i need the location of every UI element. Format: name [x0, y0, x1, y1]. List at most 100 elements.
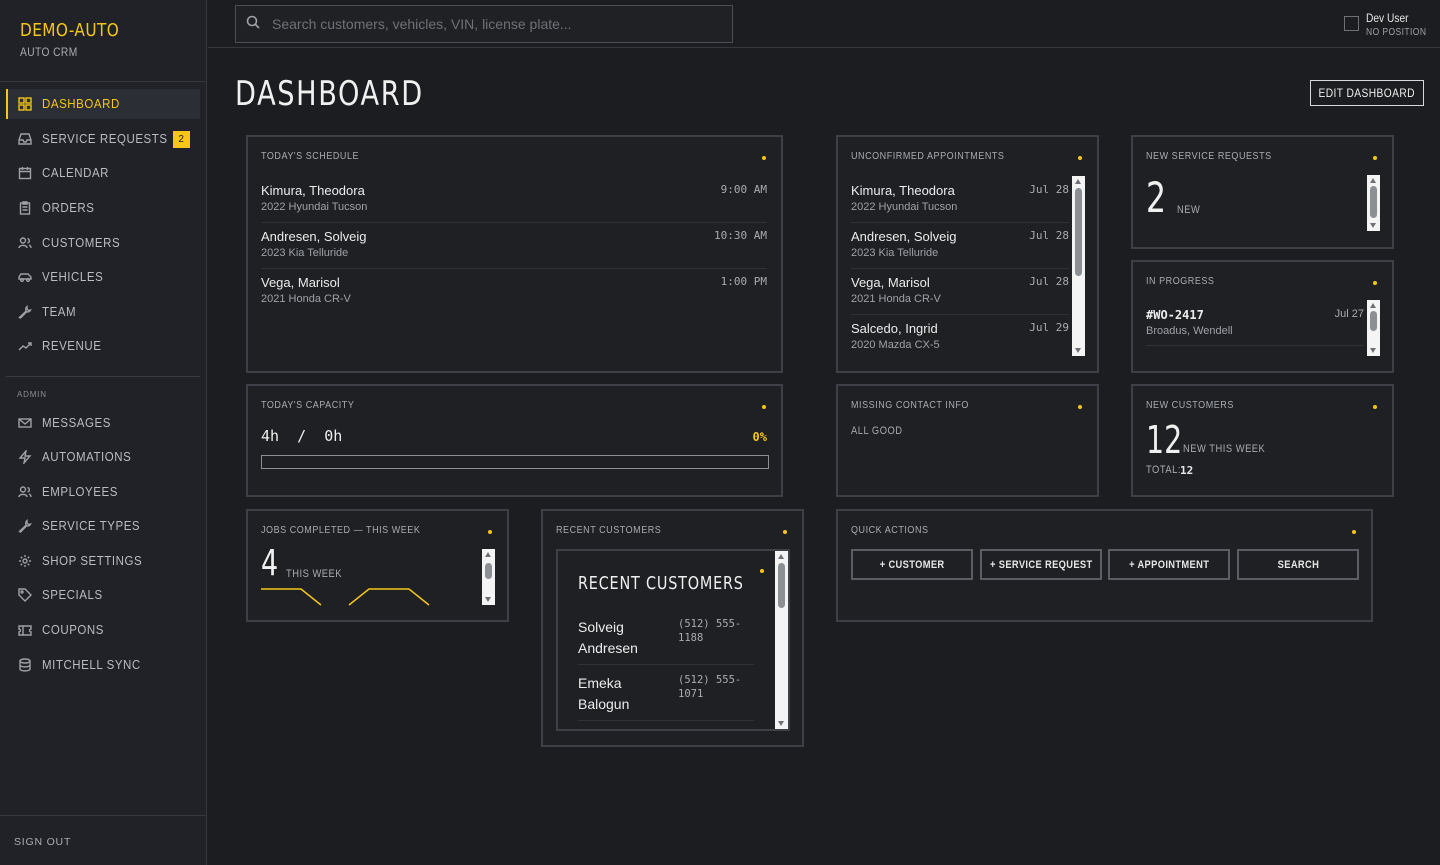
- total-value: 12: [1180, 464, 1194, 477]
- brand-name: DEMO-AUTO: [20, 20, 120, 41]
- scrollbar[interactable]: [1367, 300, 1380, 356]
- todays-schedule-card: TODAY'S SCHEDULE Kimura, Theodora 2022 H…: [246, 135, 783, 373]
- calendar-icon: [18, 166, 32, 180]
- in-progress-card: IN PROGRESS #WO-2417 Broadus, Wendell Ju…: [1131, 260, 1394, 373]
- sidebar-item-customers[interactable]: CUSTOMERS: [6, 228, 200, 258]
- scroll-down-arrow[interactable]: [1075, 348, 1081, 353]
- customer-name: Broadus, Wendell: [1146, 325, 1233, 337]
- appointment-time: 9:00 AM: [720, 183, 767, 196]
- add-appointment-button[interactable]: + APPOINTMENT: [1108, 549, 1230, 580]
- button-label: + CUSTOMER: [879, 558, 945, 571]
- sidebar-item-label: CUSTOMERS: [42, 236, 121, 250]
- sidebar-item-label: SERVICE TYPES: [42, 519, 141, 533]
- customer-row[interactable]: Emeka Balogun (512) 555-1071: [578, 671, 754, 721]
- quick-actions-card: QUICK ACTIONS + CUSTOMER + SERVICE REQUE…: [836, 509, 1373, 622]
- schedule-row[interactable]: Vega, Marisol 2021 Honda CR-V 1:00 PM: [261, 269, 767, 315]
- vehicle: 2022 Hyundai Tucson: [261, 201, 368, 213]
- scroll-up-arrow[interactable]: [778, 554, 784, 559]
- search-box[interactable]: [235, 5, 733, 43]
- sidebar-item-team[interactable]: TEAM: [6, 297, 200, 327]
- scroll-up-arrow[interactable]: [485, 552, 491, 557]
- status-dot: [488, 530, 492, 534]
- sidebar-item-coupons[interactable]: COUPONS: [6, 615, 200, 645]
- customer-row[interactable]: Solveig Andresen (512) 555-1188: [578, 615, 754, 665]
- vehicle: 2022 Hyundai Tucson: [851, 201, 958, 213]
- customer-name: Salcedo, Ingrid: [851, 321, 938, 336]
- scrollbar[interactable]: [1072, 176, 1085, 356]
- sign-out-link[interactable]: SIGN OUT: [14, 836, 71, 848]
- new-requests-count: 2: [1146, 173, 1167, 222]
- status-dot: [1373, 156, 1377, 160]
- scroll-thumb[interactable]: [1075, 188, 1082, 276]
- scrollbar[interactable]: [775, 551, 788, 729]
- scroll-up-arrow[interactable]: [1370, 178, 1376, 183]
- add-service-request-button[interactable]: + SERVICE REQUEST: [980, 549, 1102, 580]
- scroll-down-arrow[interactable]: [1370, 348, 1376, 353]
- scroll-up-arrow[interactable]: [1075, 179, 1081, 184]
- card-title: NEW SERVICE REQUESTS: [1146, 151, 1272, 162]
- top-bar: Dev User NO POSITION: [208, 0, 1440, 48]
- sidebar-item-revenue[interactable]: REVENUE: [6, 331, 200, 361]
- tag-icon: [18, 588, 32, 602]
- add-customer-button[interactable]: + CUSTOMER: [851, 549, 973, 580]
- admin-section-label: ADMIN: [17, 390, 47, 399]
- scroll-down-arrow[interactable]: [1370, 223, 1376, 228]
- appointment-row[interactable]: Vega, Marisol 2021 Honda CR-V Jul 28: [851, 269, 1069, 315]
- sidebar-item-specials[interactable]: SPECIALS: [6, 580, 200, 610]
- edit-dashboard-button[interactable]: EDIT DASHBOARD: [1310, 80, 1424, 106]
- search-button[interactable]: SEARCH: [1237, 549, 1359, 580]
- schedule-row[interactable]: Kimura, Theodora 2022 Hyundai Tucson 9:0…: [261, 177, 767, 223]
- schedule-row[interactable]: Andresen, Solveig 2023 Kia Telluride 10:…: [261, 223, 767, 269]
- scroll-thumb[interactable]: [1370, 186, 1377, 218]
- sidebar-item-automations[interactable]: AUTOMATIONS: [6, 442, 200, 472]
- sidebar-item-messages[interactable]: MESSAGES: [6, 408, 200, 438]
- sidebar-item-service-types[interactable]: SERVICE TYPES: [6, 511, 200, 541]
- new-customers-count: 12: [1146, 418, 1183, 462]
- customer-name: Kimura, Theodora: [851, 183, 955, 198]
- vehicle: 2021 Honda CR-V: [261, 293, 351, 305]
- sidebar-item-calendar[interactable]: CALENDAR: [6, 158, 200, 188]
- button-label: SEARCH: [1277, 558, 1319, 571]
- scroll-down-arrow[interactable]: [778, 721, 784, 726]
- button-label: + APPOINTMENT: [1128, 558, 1210, 571]
- work-order-row[interactable]: #WO-2417 Broadus, Wendell Jul 27: [1146, 302, 1364, 346]
- brand-subtitle: AUTO CRM: [20, 45, 78, 59]
- sidebar-item-label: SPECIALS: [42, 588, 103, 602]
- scrollbar[interactable]: [1367, 175, 1380, 231]
- scroll-thumb[interactable]: [1370, 311, 1377, 331]
- scroll-down-arrow[interactable]: [485, 597, 491, 602]
- status-dot: [1078, 156, 1082, 160]
- vehicle: 2021 Honda CR-V: [851, 293, 941, 305]
- ticket-icon: [18, 623, 32, 637]
- scroll-thumb[interactable]: [485, 563, 492, 579]
- card-title: TODAY'S SCHEDULE: [261, 151, 360, 162]
- sidebar-item-mitchell-sync[interactable]: MITCHELL SYNC: [6, 650, 200, 680]
- sidebar-item-shop-settings[interactable]: SHOP SETTINGS: [6, 546, 200, 576]
- page-title: DASHBOARD: [235, 74, 424, 114]
- scroll-thumb[interactable]: [778, 563, 785, 608]
- search-input[interactable]: [272, 16, 712, 32]
- wrench-icon: [18, 305, 32, 319]
- sidebar-footer: SIGN OUT: [0, 815, 207, 865]
- status-dot: [783, 530, 787, 534]
- sidebar-item-orders[interactable]: ORDERS: [6, 193, 200, 223]
- sidebar-item-service-requests[interactable]: SERVICE REQUESTS 2: [6, 124, 200, 154]
- sidebar-item-employees[interactable]: EMPLOYEES: [6, 477, 200, 507]
- sidebar-item-dashboard[interactable]: DASHBOARD: [6, 89, 200, 119]
- appointment-row[interactable]: Salcedo, Ingrid 2020 Mazda CX-5 Jul 29: [851, 315, 1069, 361]
- scrollbar[interactable]: [482, 549, 495, 605]
- card-title: RECENT CUSTOMERS: [556, 525, 662, 536]
- clipboard-icon: [18, 201, 32, 215]
- unconfirmed-appointments-card: UNCONFIRMED APPOINTMENTS Kimura, Theodor…: [836, 135, 1099, 373]
- sidebar-item-vehicles[interactable]: VEHICLES: [6, 262, 200, 292]
- user-checkbox[interactable]: [1344, 16, 1359, 31]
- order-date: Jul 27: [1334, 308, 1364, 320]
- scroll-up-arrow[interactable]: [1370, 303, 1376, 308]
- new-service-requests-card: NEW SERVICE REQUESTS 2 NEW: [1131, 135, 1394, 249]
- missing-contact-card: MISSING CONTACT INFO ALL GOOD: [836, 384, 1099, 497]
- appointment-row[interactable]: Andresen, Solveig 2023 Kia Telluride Jul…: [851, 223, 1069, 269]
- car-icon: [18, 270, 32, 284]
- appointment-row[interactable]: Kimura, Theodora 2022 Hyundai Tucson Jul…: [851, 177, 1069, 223]
- card-title: UNCONFIRMED APPOINTMENTS: [851, 151, 1005, 162]
- total-label: TOTAL:: [1146, 464, 1181, 476]
